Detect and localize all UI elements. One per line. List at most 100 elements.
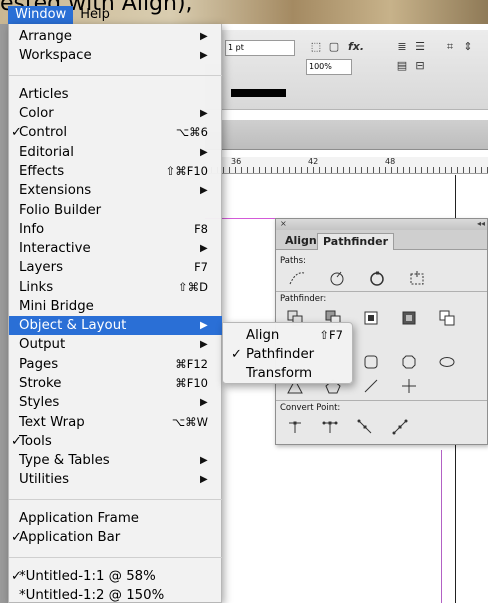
- submenu-item-transform[interactable]: Transform: [223, 364, 353, 383]
- menu-separator: [9, 556, 222, 558]
- convert-bevel-rect-icon[interactable]: [400, 353, 418, 371]
- menu-item-tools[interactable]: ✓ Tools: [9, 432, 222, 451]
- menu-item-shortcut: F8: [194, 221, 208, 236]
- smooth-point-icon[interactable]: [356, 418, 374, 436]
- menu-item-shortcut: ⌘F10: [175, 376, 208, 391]
- ruler-ticks: [205, 167, 488, 173]
- margin-guide-vertical: [441, 450, 442, 603]
- menu-item-untitled-1-1-58[interactable]: ✓ *Untitled-1:1 @ 58%: [9, 567, 222, 586]
- menu-item-interactive[interactable]: Interactive ▶: [9, 239, 222, 258]
- intersect-shape-icon[interactable]: [362, 309, 380, 327]
- ruler-label: 36: [231, 157, 242, 166]
- menu-item-editorial[interactable]: Editorial ▶: [9, 143, 222, 162]
- symmetrical-point-icon[interactable]: [391, 418, 409, 436]
- convert-line-icon[interactable]: [362, 377, 380, 395]
- pathfinder-label: Pathfinder:: [280, 294, 327, 304]
- menu-item-control[interactable]: ✓ Control ⌥⌘6: [9, 123, 222, 142]
- menu-item-label: Utilities: [19, 472, 70, 488]
- control-toolbar: 1 pt 100% ⬚ ▢ fx. ≣ ☰ ▤ ⊟ ⌗ ⇕: [205, 30, 488, 110]
- menu-item-label: Interactive: [19, 241, 91, 257]
- panel-tabs: Align Pathfinder: [276, 230, 487, 250]
- square-icon[interactable]: ▢: [327, 40, 341, 54]
- menu-item-untitled-1-2-150[interactable]: *Untitled-1:2 @ 150%: [9, 586, 222, 603]
- collapse-icon[interactable]: ◂◂: [477, 219, 485, 229]
- menu-item-text-wrap[interactable]: Text Wrap ⌥⌘W: [9, 413, 222, 432]
- panel-titlebar[interactable]: × ◂◂: [276, 219, 487, 230]
- menu-item-label: Mini Bridge: [19, 298, 94, 314]
- reverse-path-icon[interactable]: [408, 269, 426, 287]
- frame-icon[interactable]: ⬚: [309, 40, 323, 54]
- menu-item-arrange[interactable]: Arrange ▶: [9, 27, 222, 46]
- tab-pathfinder[interactable]: Pathfinder: [317, 233, 395, 250]
- menu-item-label: *Untitled-1:1 @ 58%: [19, 568, 156, 584]
- menu-item-application-frame[interactable]: Application Frame: [9, 509, 222, 528]
- fit-frame-icon[interactable]: ⌗: [443, 40, 457, 54]
- stroke-swatch[interactable]: [231, 89, 286, 97]
- menu-item-articles[interactable]: Articles: [9, 85, 222, 104]
- menu-item-label: Folio Builder: [19, 202, 102, 218]
- convert-rounded-rect-icon[interactable]: [362, 353, 380, 371]
- window-menu: Arrange ▶ Workspace ▶ Articles Color ▶ ✓ Control…: [8, 24, 222, 603]
- convert-ellipse-icon[interactable]: [438, 353, 456, 371]
- submenu-item-align[interactable]: Align ⇧F7: [223, 326, 353, 345]
- menu-item-styles[interactable]: Styles ▶: [9, 393, 222, 412]
- menu-item-object-layout[interactable]: Object & Layout ▶: [9, 316, 222, 336]
- tab-align[interactable]: Align: [280, 233, 322, 250]
- menu-item-shortcut: ⌘F12: [175, 356, 208, 371]
- align-left-icon[interactable]: ≣: [395, 40, 409, 54]
- join-path-icon[interactable]: [288, 269, 306, 287]
- submenu-item-pathfinder[interactable]: ✓ Pathfinder: [223, 345, 353, 364]
- paths-label: Paths:: [280, 256, 306, 266]
- menu-item-shortcut: ⌥⌘W: [171, 414, 208, 429]
- plain-point-icon[interactable]: [286, 418, 304, 436]
- document-tabstrip: [205, 120, 488, 150]
- menu-item-label: Workspace: [19, 48, 92, 64]
- menu-item-links[interactable]: Links ⇧⌘D: [9, 278, 222, 297]
- menu-separator: [9, 74, 222, 76]
- menu-item-mini-bridge[interactable]: Mini Bridge: [9, 297, 222, 316]
- exclude-overlap-icon[interactable]: [400, 309, 418, 327]
- submenu-arrow-icon: ▶: [200, 50, 208, 62]
- menu-item-stroke[interactable]: Stroke ⌘F10: [9, 374, 222, 393]
- fx-icon[interactable]: fx.: [345, 40, 367, 54]
- align-center-icon[interactable]: ☰: [413, 40, 427, 54]
- menu-item-label: Arrange: [19, 29, 72, 44]
- close-path-icon[interactable]: [368, 269, 386, 287]
- menu-item-pages[interactable]: Pages ⌘F12: [9, 355, 222, 374]
- submenu-arrow-icon: ▶: [200, 397, 208, 409]
- menu-item-info[interactable]: Info F8: [9, 220, 222, 239]
- menu-item-label: Styles: [19, 395, 60, 411]
- menu-item-workspace[interactable]: Workspace ▶: [9, 46, 222, 65]
- menu-item-label: *Untitled-1:2 @ 150%: [19, 588, 165, 603]
- distribute-2-icon[interactable]: ⊟: [413, 59, 427, 73]
- minus-back-icon[interactable]: [438, 309, 456, 327]
- menu-item-folio-builder[interactable]: Folio Builder: [9, 201, 222, 220]
- menu-item-color[interactable]: Color ▶: [9, 104, 222, 123]
- zoom-field[interactable]: 100%: [306, 59, 352, 75]
- submenu-arrow-icon: ▶: [200, 243, 208, 255]
- menu-item-extensions[interactable]: Extensions ▶: [9, 181, 222, 200]
- menu-item-type-tables[interactable]: Type & Tables ▶: [9, 451, 222, 470]
- menu-item-utilities[interactable]: Utilities ▶: [9, 470, 222, 489]
- menu-item-label: Color: [19, 106, 54, 122]
- menu-item-label: Tools: [19, 433, 52, 449]
- convert-orthogonal-line-icon[interactable]: [400, 377, 418, 395]
- distribute-icon[interactable]: ▤: [395, 59, 409, 73]
- menu-item-output[interactable]: Output ▶: [9, 335, 222, 354]
- menu-item-shortcut: F7: [194, 260, 208, 275]
- menu-item-label: Effects: [19, 163, 65, 179]
- menu-item-effects[interactable]: Effects ⇧⌘F10: [9, 162, 222, 181]
- menu-window[interactable]: Window: [8, 6, 74, 24]
- corner-point-icon[interactable]: [321, 418, 339, 436]
- close-icon[interactable]: ×: [280, 219, 287, 228]
- menu-item-application-bar[interactable]: ✓ Application Bar: [9, 528, 222, 547]
- stroke-weight-field[interactable]: 1 pt: [225, 40, 295, 56]
- menu-help[interactable]: Help: [73, 6, 117, 24]
- submenu-arrow-icon: ▶: [200, 31, 208, 42]
- menu-item-label: Control: [19, 125, 68, 141]
- open-path-icon[interactable]: [328, 269, 346, 287]
- stepper-icon[interactable]: ⇕: [461, 40, 475, 54]
- submenu-arrow-icon: ▶: [200, 455, 208, 467]
- menu-item-layers[interactable]: Layers F7: [9, 258, 222, 277]
- menu-item-label: Text Wrap: [19, 414, 85, 430]
